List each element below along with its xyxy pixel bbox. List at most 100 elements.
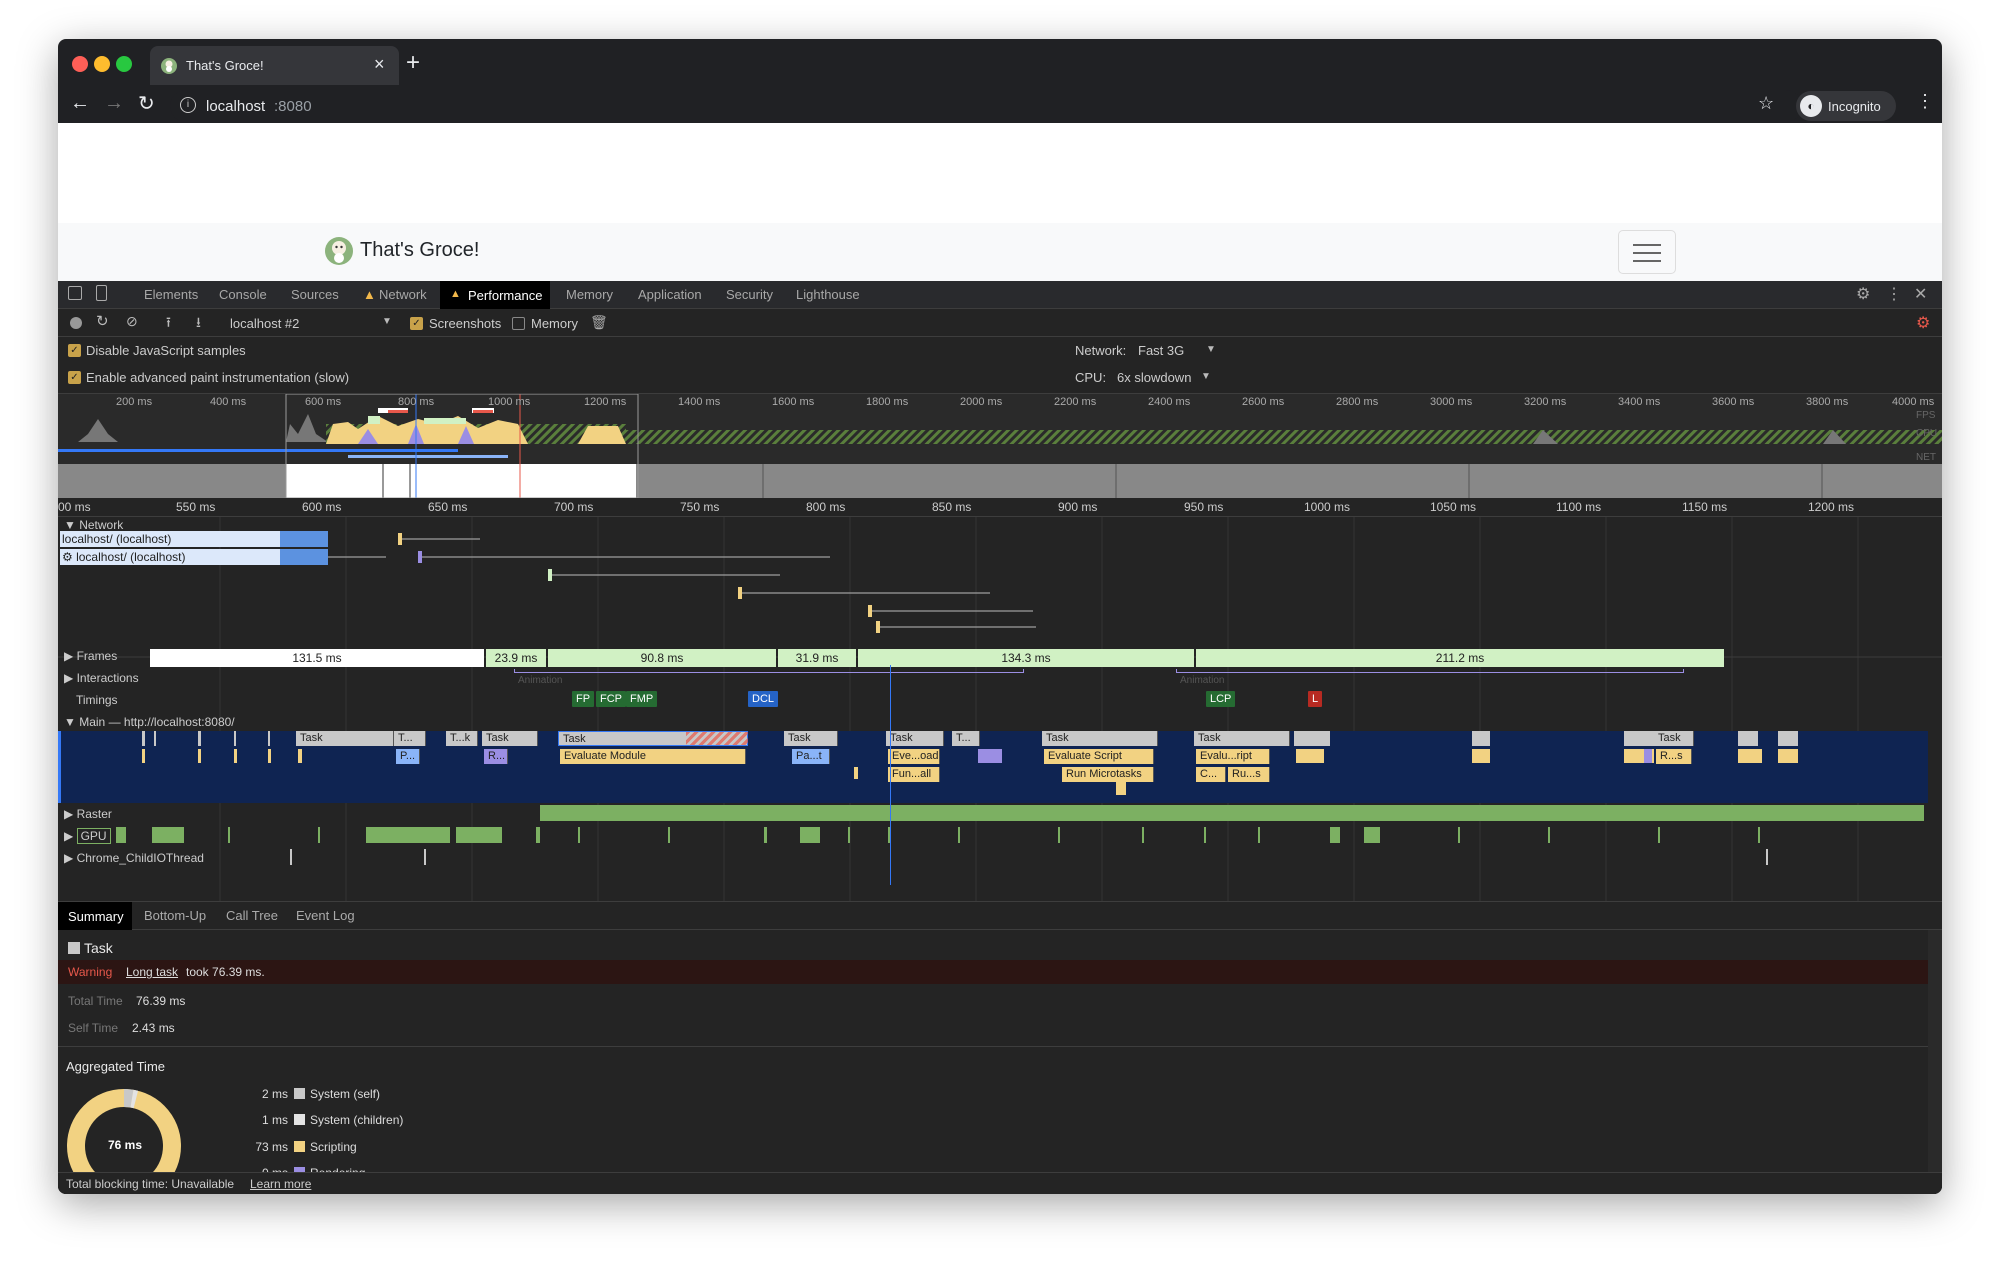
- disable-js-samples-checkbox[interactable]: ✓: [68, 344, 81, 357]
- interaction-animation[interactable]: [514, 669, 1024, 673]
- frame-block[interactable]: 90.8 ms: [548, 649, 776, 667]
- parse-html-slice[interactable]: P...: [396, 749, 420, 764]
- devtools-menu-icon[interactable]: ⋮: [1886, 281, 1902, 309]
- bookmark-star-icon[interactable]: ☆: [1758, 93, 1774, 114]
- recalc-style-slice[interactable]: R...: [484, 749, 508, 764]
- browser-menu-icon[interactable]: ⋮: [1916, 91, 1934, 112]
- task-slice[interactable]: Task: [784, 731, 838, 746]
- evaluate-script-slice[interactable]: Evaluate Script: [1044, 749, 1154, 764]
- incognito-icon: ◐: [1800, 95, 1822, 117]
- advanced-paint-checkbox[interactable]: ✓: [68, 371, 81, 384]
- navbar-toggle-button[interactable]: [1618, 230, 1676, 274]
- tab-event-log[interactable]: Event Log: [296, 902, 355, 930]
- frame-block[interactable]: 23.9 ms: [486, 649, 546, 667]
- capture-settings-gear-icon[interactable]: ⚙: [1916, 313, 1930, 333]
- tab-security[interactable]: Security: [726, 281, 773, 309]
- task-slice[interactable]: Task: [1042, 731, 1158, 746]
- learn-more-link[interactable]: Learn more: [250, 1177, 311, 1191]
- address-bar[interactable]: i localhost :8080 ☆: [170, 90, 1802, 122]
- interaction-animation[interactable]: [1176, 669, 1684, 673]
- tab-call-tree[interactable]: Call Tree: [226, 902, 278, 930]
- tab-sources[interactable]: Sources: [291, 281, 339, 309]
- task-slice[interactable]: T...: [394, 731, 426, 746]
- tab-close-icon[interactable]: ×: [374, 54, 385, 75]
- memory-checkbox[interactable]: [512, 317, 525, 330]
- brand-name[interactable]: That's Groce!: [360, 239, 479, 262]
- interactions-track-toggle[interactable]: ▶ Interactions: [64, 671, 139, 685]
- timing-fmp[interactable]: FMP: [626, 691, 658, 707]
- network-throttle-select[interactable]: Fast 3G ▼: [1138, 341, 1228, 359]
- timing-load[interactable]: L: [1308, 691, 1323, 707]
- legend-swatch: [294, 1088, 305, 1099]
- tab-performance[interactable]: ▲ Performance: [440, 281, 550, 309]
- info-icon[interactable]: i: [180, 97, 196, 113]
- browser-tab[interactable]: That's Groce! ×: [150, 46, 399, 85]
- device-toolbar-icon[interactable]: [96, 285, 107, 301]
- task-slice[interactable]: Task: [1194, 731, 1290, 746]
- new-tab-icon[interactable]: +: [406, 49, 420, 77]
- tab-memory[interactable]: Memory: [566, 281, 613, 309]
- raster-track-toggle[interactable]: ▶ Raster: [64, 807, 112, 821]
- minimize-window-button[interactable]: [94, 56, 110, 72]
- back-icon[interactable]: ←: [70, 92, 90, 115]
- tab-network[interactable]: Network: [379, 281, 427, 309]
- profile-select[interactable]: localhost #2 ▼: [230, 313, 395, 333]
- main-track-toggle[interactable]: ▼ Main — http://localhost:8080/: [64, 715, 235, 729]
- task-slice[interactable]: Task: [296, 731, 394, 746]
- cpu-throttle-select[interactable]: 6x slowdown ▼: [1117, 368, 1217, 386]
- close-window-button[interactable]: [72, 56, 88, 72]
- frame-block[interactable]: 134.3 ms: [858, 649, 1194, 667]
- inspect-element-icon[interactable]: [68, 286, 82, 300]
- playhead-line: [890, 665, 891, 885]
- cpu-activity-early: [58, 414, 328, 442]
- screenshots-checkbox[interactable]: ✓: [410, 317, 423, 330]
- compile-slice[interactable]: C...: [1196, 767, 1226, 782]
- frame-block[interactable]: 211.2 ms: [1196, 649, 1724, 667]
- url-port: :8080: [274, 98, 312, 115]
- frames-track-toggle[interactable]: ▶ Frames: [64, 649, 117, 663]
- task-slice[interactable]: T...: [952, 731, 980, 746]
- incognito-badge[interactable]: ◐ Incognito: [1796, 91, 1896, 121]
- settings-gear-icon[interactable]: ⚙: [1856, 281, 1870, 309]
- forward-icon[interactable]: →: [104, 92, 124, 115]
- run-microtasks-slice[interactable]: Ru...s: [1228, 767, 1270, 782]
- clear-icon[interactable]: ⊘: [126, 313, 138, 330]
- load-profile-icon[interactable]: ⭱: [166, 312, 171, 336]
- script-slice[interactable]: R...s: [1656, 749, 1692, 764]
- evaluate-module-slice[interactable]: Evaluate Module: [560, 749, 746, 764]
- tab-elements[interactable]: Elements: [144, 281, 198, 309]
- garbage-collect-icon[interactable]: 🗑: [590, 314, 608, 331]
- parse-task-slice[interactable]: Pa...t: [792, 749, 830, 764]
- zoom-window-button[interactable]: [116, 56, 132, 72]
- tab-application[interactable]: Application: [638, 281, 702, 309]
- save-profile-icon[interactable]: ⭳: [196, 312, 201, 336]
- tab-lighthouse[interactable]: Lighthouse: [796, 281, 860, 309]
- task-slice[interactable]: Task: [1654, 731, 1694, 746]
- devtools-close-icon[interactable]: ✕: [1914, 281, 1927, 309]
- timing-dcl[interactable]: DCL: [748, 691, 779, 707]
- tab-summary[interactable]: Summary: [58, 902, 132, 930]
- timing-fp[interactable]: FP: [572, 691, 595, 707]
- frame-block[interactable]: 131.5 ms: [150, 649, 484, 667]
- details-scrollbar[interactable]: [1928, 930, 1942, 1193]
- task-slice[interactable]: T...k: [446, 731, 478, 746]
- event-onload-slice[interactable]: Eve...oad: [888, 749, 940, 764]
- function-call-slice[interactable]: Fun...all: [888, 767, 940, 782]
- record-icon[interactable]: [70, 317, 82, 329]
- cpu-lane-label: CPU: [1916, 428, 1938, 439]
- run-microtasks-slice[interactable]: Run Microtasks: [1062, 767, 1154, 782]
- timing-fcp[interactable]: FCP: [596, 691, 626, 707]
- timeline-overview[interactable]: 200 ms 400 ms 600 ms 800 ms 1000 ms 1200…: [58, 393, 1942, 498]
- evaluate-script-slice[interactable]: Evalu...ript: [1196, 749, 1270, 764]
- tab-console[interactable]: Console: [219, 281, 267, 309]
- raster-activity-bar[interactable]: [540, 805, 1924, 821]
- legend-swatch: [294, 1114, 305, 1125]
- timing-lcp[interactable]: LCP: [1206, 691, 1236, 707]
- reload-icon[interactable]: ↻: [138, 91, 155, 116]
- long-task-link[interactable]: Long task: [126, 965, 178, 979]
- frame-block[interactable]: 31.9 ms: [778, 649, 856, 667]
- reload-profile-icon[interactable]: ↻: [96, 312, 109, 330]
- task-slice[interactable]: Task: [482, 731, 538, 746]
- tab-bottom-up[interactable]: Bottom-Up: [144, 902, 206, 930]
- task-slice[interactable]: Task: [886, 731, 944, 746]
